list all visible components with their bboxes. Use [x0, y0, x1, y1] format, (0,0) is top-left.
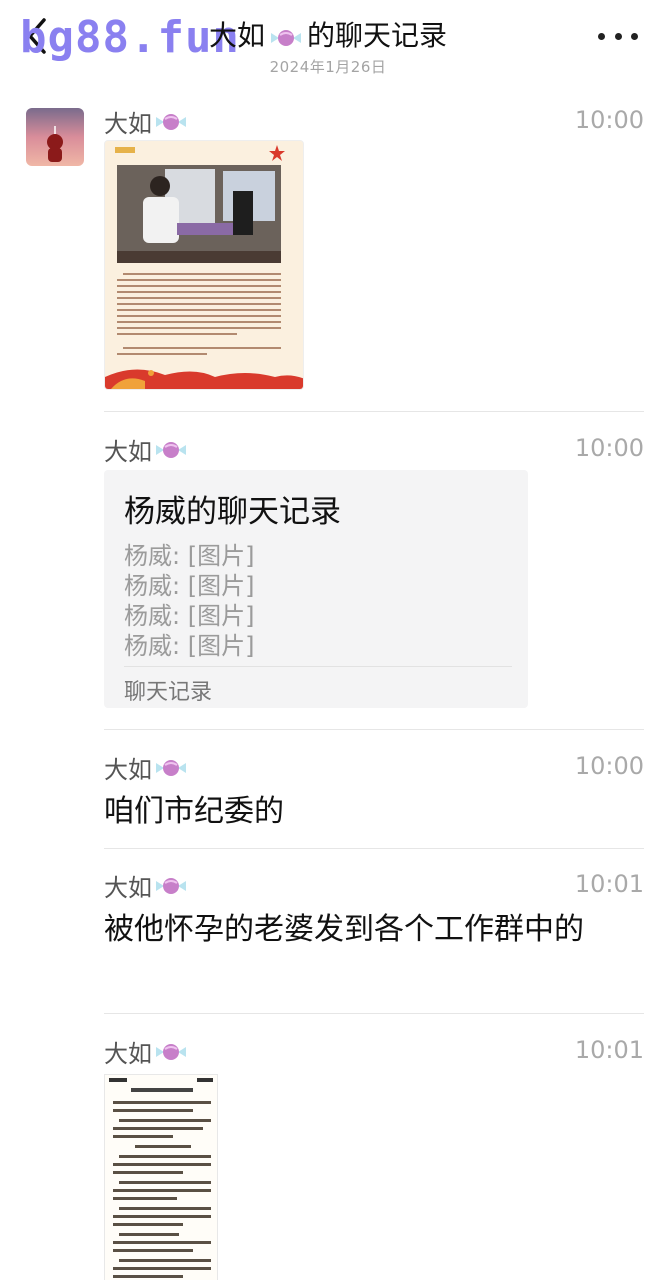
message-header: 大如 10:01	[104, 1034, 644, 1068]
chat-record-card[interactable]: 杨威的聊天记录 杨威: [图片] 杨威: [图片] 杨威: [图片] 杨威: […	[104, 470, 528, 708]
message-divider	[104, 729, 644, 730]
sender-name: 大如	[104, 104, 188, 139]
candy-emoji-icon	[154, 439, 188, 461]
message-header: 大如 10:01	[104, 868, 644, 902]
candy-emoji-icon	[154, 111, 188, 133]
record-footer: 聊天记录	[124, 680, 213, 705]
image-message[interactable]	[104, 1074, 218, 1280]
record-line: 杨威: [图片]	[124, 632, 255, 660]
record-divider	[124, 666, 512, 667]
message-time: 10:01	[574, 1036, 644, 1064]
avatar[interactable]	[26, 108, 84, 166]
sender-label: 大如	[104, 1040, 152, 1068]
chat-header: bg88.fun 大如 的聊天记录 2024年1月26日	[0, 0, 656, 84]
message-3: 大如 10:00 咱们市纪委的	[104, 750, 644, 829]
candy-emoji-icon	[154, 1041, 188, 1063]
chat-date: 2024年1月26日	[269, 58, 387, 76]
candy-emoji-icon	[269, 23, 303, 46]
message-time: 10:00	[574, 106, 644, 134]
message-divider	[104, 411, 644, 412]
more-dots-icon[interactable]	[598, 22, 638, 50]
title-suffix: 的聊天记录	[307, 19, 448, 52]
message-2: 大如 10:00 杨威的聊天记录 杨威: [图片] 杨威: [图片] 杨威: […	[104, 432, 644, 708]
sender-label: 大如	[104, 756, 152, 784]
message-time: 10:01	[574, 870, 644, 898]
candy-emoji-icon	[154, 757, 188, 779]
image-message[interactable]	[104, 140, 304, 390]
message-1: 大如 10:00	[104, 104, 644, 390]
message-header: 大如 10:00	[104, 432, 644, 466]
message-header: 大如 10:00	[104, 750, 644, 784]
message-4: 大如 10:01 被他怀孕的老婆发到各个工作群中的	[104, 868, 644, 947]
message-divider	[104, 848, 644, 849]
sender-name: 大如	[104, 750, 188, 785]
title-area: 大如 的聊天记录 2024年1月26日	[0, 14, 656, 77]
message-time: 10:00	[574, 434, 644, 462]
sender-name: 大如	[104, 868, 188, 903]
sender-label: 大如	[104, 874, 152, 902]
sender-label: 大如	[104, 438, 152, 466]
sender-name: 大如	[104, 432, 188, 467]
sender-name: 大如	[104, 1034, 188, 1069]
sender-label: 大如	[104, 110, 152, 138]
candy-emoji-icon	[154, 875, 188, 897]
message-header: 大如 10:00	[104, 104, 644, 138]
page-title: 大如 的聊天记录	[209, 14, 447, 54]
text-message[interactable]: 咱们市纪委的	[104, 790, 634, 834]
title-sender: 大如	[208, 19, 265, 52]
record-title: 杨威的聊天记录	[124, 494, 341, 530]
message-time: 10:00	[574, 752, 644, 780]
message-divider	[104, 1013, 644, 1014]
text-message[interactable]: 被他怀孕的老婆发到各个工作群中的	[104, 908, 624, 952]
message-5: 大如 10:01	[104, 1034, 644, 1280]
